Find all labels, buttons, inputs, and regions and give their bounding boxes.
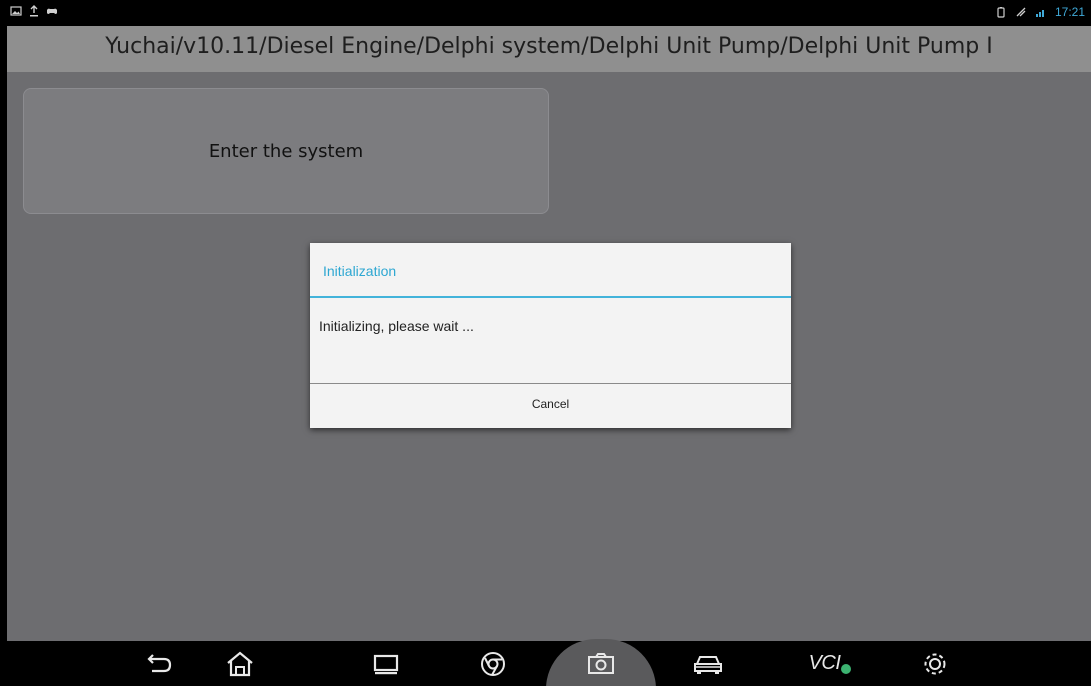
nav-bar: VCI <box>0 639 1091 686</box>
clock: 17:21 <box>1054 5 1085 19</box>
vci-icon <box>841 663 852 674</box>
status-bar: 17:21 <box>0 0 1091 26</box>
recent-apps-button[interactable] <box>364 641 408 686</box>
camera-button[interactable] <box>579 641 623 686</box>
header-bar: Yuchai/v10.11/Diesel Engine/Delphi syste… <box>7 26 1091 72</box>
car-icon <box>694 655 722 674</box>
home-button[interactable] <box>218 641 262 686</box>
dialog-message: Initializing, please wait ... <box>319 318 474 334</box>
cancel-button[interactable]: Cancel <box>310 384 791 428</box>
gamepad-icon <box>47 8 57 14</box>
initialization-dialog: Initialization Initializing, please wait… <box>310 243 791 428</box>
status-right-icons: 17:21 <box>995 5 1085 19</box>
battery-icon <box>997 7 1005 18</box>
home-icon <box>227 651 253 676</box>
browser-button[interactable] <box>471 641 515 686</box>
back-button[interactable] <box>137 641 181 686</box>
enter-system-button[interactable]: Enter the system <box>23 88 549 214</box>
browser-icon <box>481 651 505 676</box>
back-icon <box>147 653 172 672</box>
upload-icon <box>30 5 38 17</box>
enter-system-label: Enter the system <box>208 141 364 162</box>
dialog-title: Initialization <box>323 263 397 279</box>
dialog-title-divider <box>310 296 791 298</box>
camera-icon <box>588 652 614 674</box>
settings-icon <box>924 653 946 674</box>
image-icon <box>10 6 22 16</box>
wifi-icon <box>1035 10 1044 17</box>
status-left-icons <box>10 5 58 17</box>
car-button[interactable] <box>686 641 730 686</box>
settings-button[interactable] <box>913 641 957 686</box>
breadcrumb: Yuchai/v10.11/Diesel Engine/Delphi syste… <box>105 34 993 59</box>
vci-button[interactable]: VCI <box>800 641 860 686</box>
screen: 17:21 Yuchai/v10.11/Diesel Engine/Delphi… <box>0 0 1091 686</box>
signal-icon <box>1016 7 1026 17</box>
vci-label: VCI <box>808 652 841 674</box>
recent-apps-icon <box>373 654 399 674</box>
